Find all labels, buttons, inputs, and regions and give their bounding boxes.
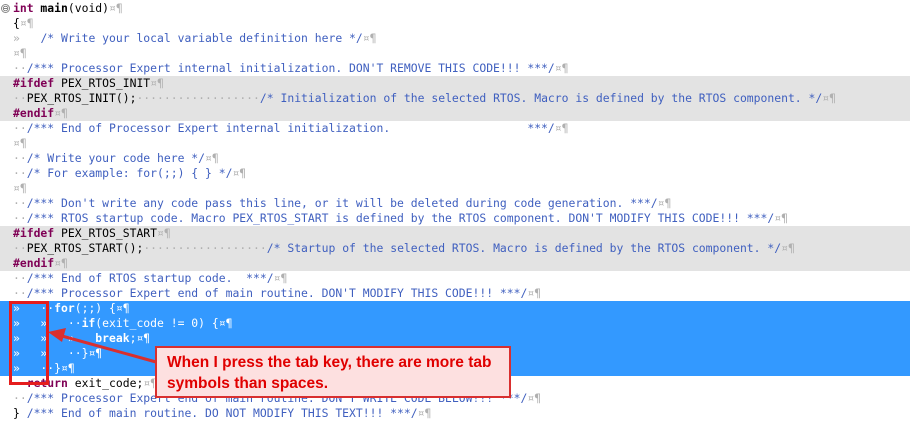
callout-text: When I press the tab key, there are more… (167, 354, 492, 392)
annotation-callout: When I press the tab key, there are more… (155, 346, 511, 398)
